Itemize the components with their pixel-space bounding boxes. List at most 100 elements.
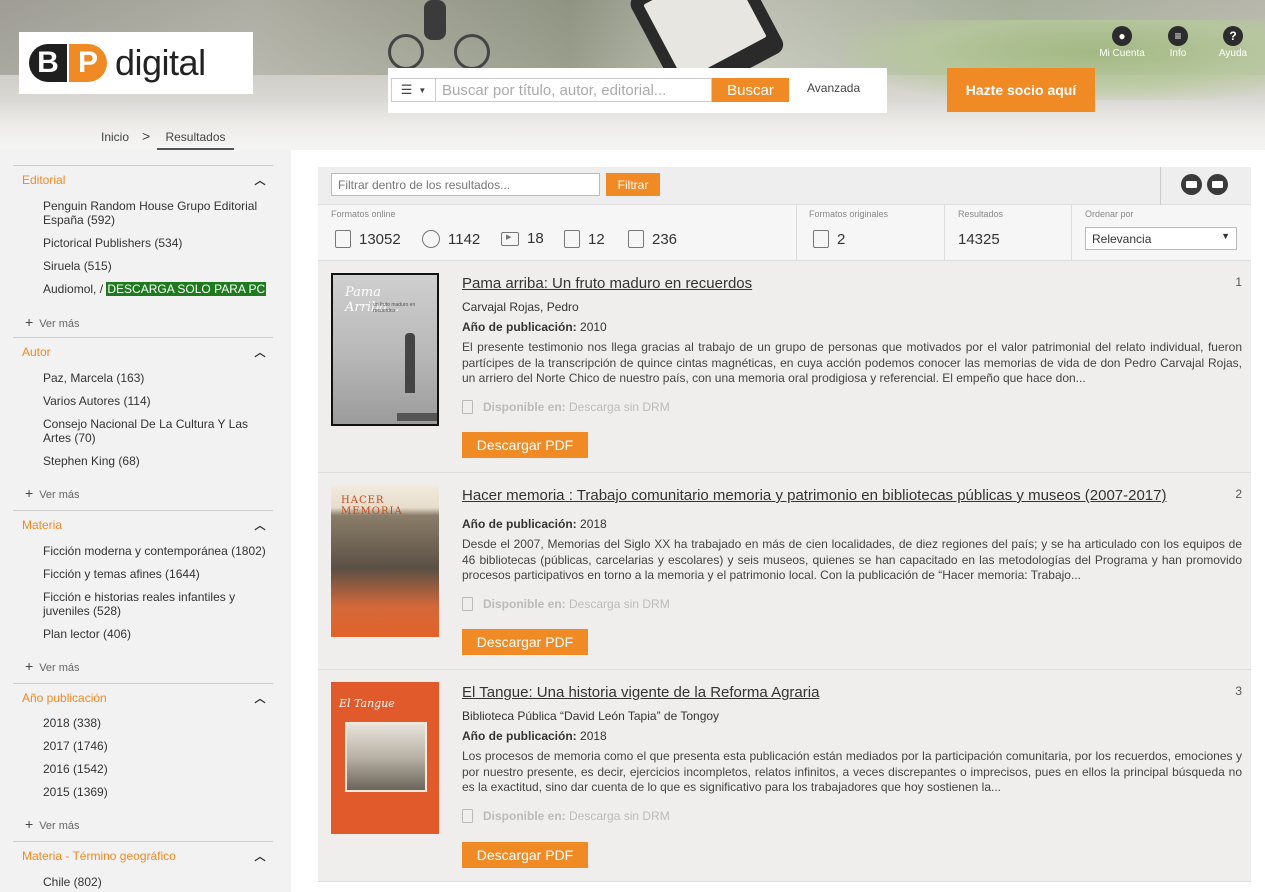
book-icon (813, 230, 829, 248)
headphones-icon (422, 230, 440, 248)
help-icon: ? (1223, 26, 1243, 46)
original-formats-label: Formatos originales (809, 209, 889, 219)
format-video[interactable]: 18 (501, 230, 544, 247)
facet-title[interactable]: Año publicación (22, 691, 107, 705)
result-title[interactable]: El Tangue: Una historia vigente de la Re… (462, 684, 819, 701)
format-audio[interactable]: 1142 (422, 230, 480, 248)
breadcrumb-home[interactable]: Inicio (101, 130, 129, 144)
facet-item[interactable]: Stephen King (68) (43, 454, 268, 468)
facet-item[interactable]: 2015 (1369) (43, 785, 268, 799)
facet-item[interactable]: Chile (802) (43, 875, 268, 889)
result-title[interactable]: Hacer memoria : Trabajo comunitario memo… (462, 487, 1167, 504)
facet-item[interactable]: Ficción y temas afines (1644) (43, 567, 268, 581)
availability: Disponible en: Descarga sin DRM (462, 400, 670, 414)
chevron-up-icon[interactable]: ︿ (253, 344, 267, 359)
facet-item[interactable]: 2017 (1746) (43, 739, 268, 753)
availability: Disponible en: Descarga sin DRM (462, 597, 670, 611)
facet-materia: Materia ︿ Ficción moderna y contemporáne… (13, 510, 273, 683)
availability: Disponible en: Descarga sin DRM (462, 809, 670, 823)
online-formats-label: Formatos online (331, 209, 396, 219)
results-toolbar: Filtrar (318, 167, 1251, 205)
advanced-search-link[interactable]: Avanzada (807, 81, 860, 95)
chevron-down-icon: ▼ (1221, 231, 1230, 241)
download-pdf-button[interactable]: Descargar PDF (462, 842, 588, 868)
ver-mas-link[interactable]: + Ver más (25, 485, 80, 501)
facet-title[interactable]: Autor (22, 345, 51, 359)
facet-geo: Materia - Término geográfico ︿ Chile (80… (13, 841, 273, 892)
filter-input[interactable] (331, 173, 600, 196)
format-document[interactable]: 236 (628, 230, 677, 248)
facet-editorial: Editorial ︿ Penguin Random House Grupo E… (13, 165, 273, 337)
facet-item[interactable]: Consejo Nacional De La Cultura Y Las Art… (43, 417, 268, 445)
ver-mas-link[interactable]: + Ver más (25, 314, 80, 330)
result-author[interactable]: Carvajal Rojas, Pedro (462, 300, 579, 314)
save-icon[interactable] (1181, 174, 1202, 195)
book-cover[interactable]: HACER MEMORIA (331, 485, 439, 637)
facet-item[interactable]: Audiomol, / DESCARGA SOLO PARA PC (43, 282, 268, 296)
chevron-up-icon[interactable]: ︿ (253, 517, 267, 532)
help-button[interactable]: ? Ayuda (1203, 26, 1263, 59)
result-year: Año de publicación: 2018 (462, 729, 607, 743)
join-button[interactable]: Hazte socio aquí (947, 68, 1095, 112)
facet-item[interactable]: 2016 (1542) (43, 762, 268, 776)
breadcrumb: Inicio > Resultados (0, 126, 1265, 150)
facet-title[interactable]: Materia (22, 518, 62, 532)
site-logo[interactable]: B P digital (19, 32, 253, 94)
facet-item[interactable]: Varios Autores (114) (43, 394, 268, 408)
result-number: 1 (1235, 275, 1242, 289)
search-bar: ☰▼ Buscar Avanzada (388, 68, 887, 113)
chevron-down-icon: ▼ (418, 85, 427, 95)
search-input[interactable] (436, 78, 712, 102)
result-number: 3 (1235, 684, 1242, 698)
search-button[interactable]: Buscar (712, 78, 789, 102)
result-number: 2 (1235, 487, 1242, 501)
result-author[interactable]: Biblioteca Pública “David León Tapia” de… (462, 709, 719, 723)
facet-title[interactable]: Materia - Término geográfico (22, 849, 176, 863)
results-label: Resultados (958, 209, 1004, 219)
facet-item[interactable]: Siruela (515) (43, 259, 268, 273)
facet-item[interactable]: Plan lector (406) (43, 627, 268, 641)
format-original[interactable]: 2 (813, 230, 845, 248)
my-account-button[interactable]: ● Mi Cuenta (1092, 26, 1152, 59)
plus-icon: + (25, 816, 34, 832)
chevron-up-icon[interactable]: ︿ (253, 848, 267, 863)
print-icon[interactable] (1207, 174, 1228, 195)
download-pdf-button[interactable]: Descargar PDF (462, 629, 588, 655)
result-item: HACER MEMORIA 2 Hacer memoria : Trabajo … (318, 473, 1251, 670)
highlight-badge: DESCARGA SOLO PARA PC (106, 282, 267, 296)
facet-item[interactable]: Penguin Random House Grupo Editorial Esp… (43, 199, 268, 227)
book-cover[interactable]: El Tangue (331, 682, 439, 834)
ebook-icon (462, 597, 473, 611)
chevron-up-icon[interactable]: ︿ (253, 172, 267, 187)
clipboard-icon (628, 230, 644, 248)
user-icon: ● (1112, 26, 1132, 46)
logo-word: digital (115, 42, 206, 83)
facet-title[interactable]: Editorial (22, 173, 65, 187)
download-pdf-button[interactable]: Descargar PDF (462, 432, 588, 458)
format-image[interactable]: 12 (564, 230, 605, 248)
facet-item[interactable]: Ficción moderna y contemporánea (1802) (43, 544, 268, 558)
video-icon (501, 230, 519, 246)
image-icon (564, 230, 580, 248)
facet-item[interactable]: 2018 (338) (43, 716, 268, 730)
result-title[interactable]: Pama arriba: Un fruto maduro en recuerdo… (462, 275, 752, 292)
facet-sidebar: Editorial ︿ Penguin Random House Grupo E… (0, 150, 291, 892)
result-year: Año de publicación: 2018 (462, 517, 607, 531)
banner-cyclist (388, 0, 498, 70)
facet-item[interactable]: Pictorical Publishers (534) (43, 236, 268, 250)
info-button[interactable]: ≡ Info (1148, 26, 1208, 59)
logo-b: B (29, 44, 67, 82)
facet-item[interactable]: Paz, Marcela (163) (43, 371, 268, 385)
book-cover[interactable]: Pama Arriba... un fruto maduro en recuer… (331, 273, 439, 426)
ver-mas-link[interactable]: + Ver más (25, 816, 80, 832)
format-ebook[interactable]: 13052 (335, 230, 401, 248)
facet-item[interactable]: Ficción e historias reales infantiles y … (43, 590, 268, 618)
sort-select[interactable]: Relevancia ▼ (1085, 227, 1237, 250)
chevron-right-icon: > (142, 128, 151, 144)
chevron-up-icon[interactable]: ︿ (253, 690, 267, 705)
plus-icon: + (25, 314, 34, 330)
filter-button[interactable]: Filtrar (606, 173, 660, 196)
search-type-dropdown[interactable]: ☰ ▼ (391, 78, 436, 102)
result-item: Pama Arriba... un fruto maduro en recuer… (318, 261, 1251, 473)
ver-mas-link[interactable]: + Ver más (25, 658, 80, 674)
